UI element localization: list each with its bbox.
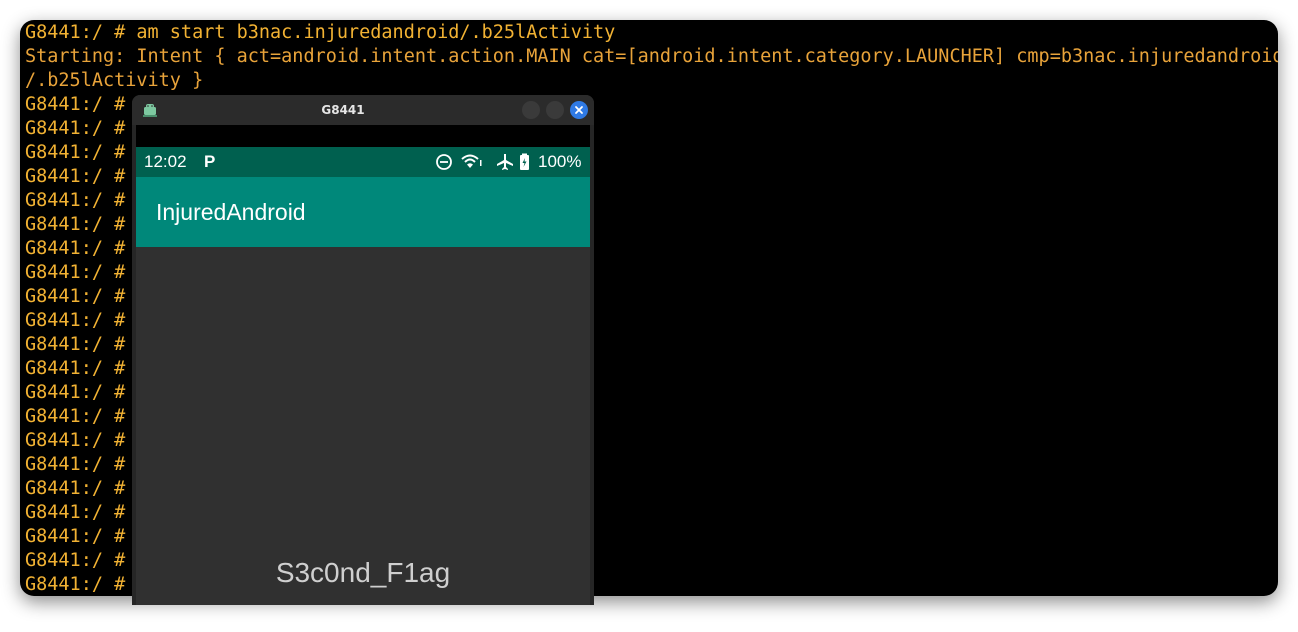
terminal-output-line: /.b25lActivity }	[25, 70, 204, 91]
status-time: 12:02	[144, 152, 187, 171]
terminal-command-line: G8441:/ # am start b3nac.injuredandroid/…	[25, 22, 616, 43]
terminal-prompt-line: G8441:/ #	[25, 406, 126, 427]
terminal-prompt-line: G8441:/ #	[25, 238, 126, 259]
device-top-band	[136, 125, 590, 147]
minimize-button[interactable]	[522, 101, 540, 119]
activity-content: S3c0nd_F1ag	[136, 247, 590, 605]
do-not-disturb-icon	[436, 154, 452, 170]
notification-p-icon: P	[204, 152, 216, 171]
scrcpy-window[interactable]: G8441 12:02 P 100% InjuredAndroid S3c0nd…	[132, 95, 594, 605]
app-toolbar: InjuredAndroid	[136, 177, 590, 247]
battery-icon	[520, 153, 529, 170]
terminal-prompt-line: G8441:/ #	[25, 94, 126, 115]
terminal-prompt-line: G8441:/ #	[25, 358, 126, 379]
terminal-prompt-line: G8441:/ #	[25, 550, 126, 571]
terminal-prompt-line: G8441:/ #	[25, 118, 126, 139]
terminal-prompt-line: G8441:/ #	[25, 142, 126, 163]
terminal-prompt-line: G8441:/ #	[25, 334, 126, 355]
wifi-icon	[461, 154, 482, 168]
terminal-prompt-line: G8441:/ #	[25, 526, 126, 547]
close-button[interactable]	[570, 101, 588, 119]
close-icon	[575, 106, 583, 114]
window-title: G8441	[321, 103, 365, 117]
terminal-prompt-line: G8441:/ #	[25, 262, 126, 283]
maximize-button[interactable]	[546, 101, 564, 119]
terminal-prompt-line: G8441:/ #	[25, 286, 126, 307]
terminal-prompt-line: G8441:/ #	[25, 190, 126, 211]
terminal-prompt-line: G8441:/ #	[25, 574, 126, 595]
terminal-prompt-line: G8441:/ #	[25, 478, 126, 499]
window-titlebar[interactable]: G8441	[132, 95, 594, 125]
android-status-bar: 12:02 P 100%	[136, 147, 590, 177]
app-title: InjuredAndroid	[156, 199, 306, 225]
terminal-prompt-line: G8441:/ #	[25, 166, 126, 187]
terminal-prompt-line: G8441:/ #	[25, 214, 126, 235]
terminal-prompt-line: G8441:/ #	[25, 310, 126, 331]
terminal-prompt-line: G8441:/ #	[25, 382, 126, 403]
airplane-icon	[497, 154, 513, 170]
terminal-prompt-line: G8441:/ #	[25, 454, 126, 475]
status-icons	[436, 153, 529, 170]
terminal-prompt-line: G8441:/ #	[25, 502, 126, 523]
battery-percent: 100%	[538, 152, 582, 171]
terminal-output-line: Starting: Intent { act=android.intent.ac…	[25, 46, 1278, 67]
terminal-prompt-line: G8441:/ #	[25, 430, 126, 451]
flag-text: S3c0nd_F1ag	[275, 557, 451, 588]
